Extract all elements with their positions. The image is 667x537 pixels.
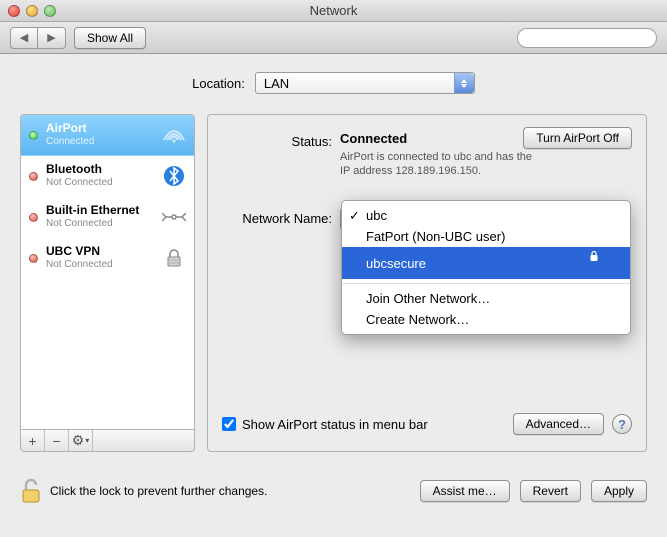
toolbar: ◀ ▶ Show All xyxy=(0,22,667,54)
location-value: LAN xyxy=(264,76,289,91)
service-status: Not Connected xyxy=(46,217,158,231)
service-list: AirPort Connected Bluetooth Not Connecte… xyxy=(20,114,195,430)
titlebar: Network xyxy=(0,0,667,22)
help-button[interactable]: ? xyxy=(612,414,632,434)
menu-separator xyxy=(342,283,630,284)
service-name: Built-in Ethernet xyxy=(46,203,158,217)
status-description: AirPort is connected to ubc and has the … xyxy=(340,150,540,178)
service-name: UBC VPN xyxy=(46,244,158,258)
menu-item-join-other[interactable]: Join Other Network… xyxy=(342,288,630,309)
nav-buttons: ◀ ▶ xyxy=(10,27,66,49)
show-status-input[interactable] xyxy=(222,417,236,431)
menu-item-ubc[interactable]: ✓ ubc xyxy=(342,205,630,226)
ethernet-icon xyxy=(162,205,186,229)
footer: Click the lock to prevent further change… xyxy=(0,464,667,518)
menu-item-label: ubc xyxy=(366,208,387,223)
service-status: Not Connected xyxy=(46,176,158,190)
gear-icon: ⚙ xyxy=(72,432,85,449)
service-list-toolbar: + − ⚙▾ xyxy=(20,430,195,452)
menu-item-ubcsecure[interactable]: ubcsecure xyxy=(342,247,630,279)
apply-button[interactable]: Apply xyxy=(591,480,647,502)
status-dot-icon xyxy=(29,172,38,181)
popup-arrows-icon xyxy=(454,73,474,93)
menu-item-create-network[interactable]: Create Network… xyxy=(342,309,630,330)
status-dot-icon xyxy=(29,213,38,222)
service-actions-button[interactable]: ⚙▾ xyxy=(69,430,93,451)
menu-item-label: ubcsecure xyxy=(366,256,426,271)
add-service-button[interactable]: + xyxy=(21,430,45,451)
vpn-lock-icon xyxy=(162,246,186,270)
network-name-menu[interactable]: ✓ ubc FatPort (Non-UBC user) ubcsecure J… xyxy=(341,200,631,335)
service-name: Bluetooth xyxy=(46,162,158,176)
lock-button[interactable] xyxy=(20,478,42,504)
menu-item-label: Create Network… xyxy=(366,312,469,327)
revert-button[interactable]: Revert xyxy=(520,480,581,502)
turn-airport-off-button[interactable]: Turn AirPort Off xyxy=(523,127,632,149)
service-name: AirPort xyxy=(46,121,158,135)
checkmark-icon: ✓ xyxy=(349,208,360,224)
search-field[interactable] xyxy=(517,28,657,48)
service-status: Connected xyxy=(46,135,158,149)
network-name-label: Network Name: xyxy=(222,208,340,230)
service-item-vpn[interactable]: UBC VPN Not Connected xyxy=(21,238,194,279)
back-button[interactable]: ◀ xyxy=(10,27,38,49)
service-item-bluetooth[interactable]: Bluetooth Not Connected xyxy=(21,156,194,197)
service-item-ethernet[interactable]: Built-in Ethernet Not Connected xyxy=(21,197,194,238)
lock-icon xyxy=(588,250,610,276)
bluetooth-icon xyxy=(162,164,186,188)
menu-item-label: FatPort (Non-UBC user) xyxy=(366,229,505,244)
lock-note: Click the lock to prevent further change… xyxy=(50,484,412,498)
advanced-button[interactable]: Advanced… xyxy=(513,413,604,435)
status-dot-icon xyxy=(29,254,38,263)
forward-button[interactable]: ▶ xyxy=(38,27,66,49)
service-status: Not Connected xyxy=(46,258,158,272)
menu-item-label: Join Other Network… xyxy=(366,291,490,306)
show-status-label: Show AirPort status in menu bar xyxy=(242,417,428,432)
menu-item-fatport[interactable]: FatPort (Non-UBC user) xyxy=(342,226,630,247)
location-popup[interactable]: LAN xyxy=(255,72,475,94)
location-label: Location: xyxy=(192,76,245,91)
remove-service-button[interactable]: − xyxy=(45,430,69,451)
service-item-airport[interactable]: AirPort Connected xyxy=(21,115,194,156)
show-all-button[interactable]: Show All xyxy=(74,27,146,49)
window-title: Network xyxy=(0,3,667,18)
assist-me-button[interactable]: Assist me… xyxy=(420,480,510,502)
status-dot-icon xyxy=(29,131,38,140)
search-input[interactable] xyxy=(528,32,651,44)
show-status-checkbox[interactable]: Show AirPort status in menu bar xyxy=(222,417,428,432)
airport-icon xyxy=(162,123,186,147)
status-label: Status: xyxy=(222,131,340,149)
service-sidebar: AirPort Connected Bluetooth Not Connecte… xyxy=(20,114,195,452)
